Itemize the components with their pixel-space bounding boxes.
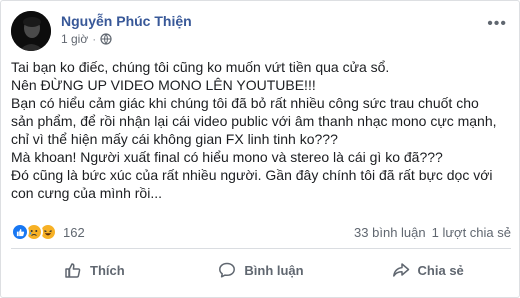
comment-count[interactable]: 33 bình luận xyxy=(354,225,426,240)
share-label: Chia sẻ xyxy=(417,262,464,278)
post-line: Nên ĐỪNG UP VIDEO MONO LÊN YOUTUBE!!! xyxy=(11,77,316,93)
engagement-counts: 33 bình luận 1 lượt chia sẻ xyxy=(354,225,511,240)
reaction-count: 162 xyxy=(63,224,85,240)
comment-icon xyxy=(219,262,236,278)
like-reaction-icon xyxy=(11,223,29,241)
comment-button[interactable]: Bình luận xyxy=(178,251,345,289)
globe-icon[interactable] xyxy=(100,33,112,45)
reactions-summary[interactable]: 162 xyxy=(11,223,85,241)
post-line: Bạn có hiểu cảm giác khi chúng tôi đã bỏ… xyxy=(11,95,479,111)
action-bar: Thích Bình luận Chia sẻ xyxy=(11,251,511,289)
post-header: Nguyễn Phúc Thiện 1 giờ · ••• xyxy=(11,11,511,51)
post-text: Tai bạn ko điếc, chúng tôi cũng ko muốn … xyxy=(11,58,511,202)
author-name[interactable]: Nguyễn Phúc Thiện xyxy=(61,13,192,29)
post-line: Mà khoan! Người xuất final có hiểu mono … xyxy=(11,149,443,165)
comment-label: Bình luận xyxy=(244,262,304,278)
share-button[interactable]: Chia sẻ xyxy=(344,251,511,289)
like-button[interactable]: Thích xyxy=(11,251,178,289)
post-card: Nguyễn Phúc Thiện 1 giờ · ••• Tai bạn ko… xyxy=(0,0,520,298)
post-line: Tai bạn ko điếc, chúng tôi cũng ko muốn … xyxy=(11,59,390,75)
meta-separator: · xyxy=(92,32,97,46)
post-stats: 162 33 bình luận 1 lượt chia sẻ xyxy=(11,223,511,243)
post-line: con cưng của mình rồi... xyxy=(11,185,162,201)
stats-divider xyxy=(11,248,511,249)
post-line: Đó cũng là bức xúc của rất nhiều người. … xyxy=(11,167,493,183)
share-icon xyxy=(392,263,409,277)
post-line: chỉ vì thể hiện mấy cái không gian FX li… xyxy=(11,131,338,147)
like-label: Thích xyxy=(90,262,125,278)
thumbs-up-icon xyxy=(65,263,81,278)
more-options-icon[interactable]: ••• xyxy=(487,15,507,33)
post-line: sản phẩm, để rồi nhận lại cái video publ… xyxy=(11,113,497,129)
avatar-image xyxy=(11,11,51,51)
avatar[interactable] xyxy=(11,11,51,51)
share-count[interactable]: 1 lượt chia sẻ xyxy=(432,225,511,240)
post-timestamp[interactable]: 1 giờ xyxy=(61,32,88,46)
post-meta: 1 giờ · xyxy=(61,32,112,46)
